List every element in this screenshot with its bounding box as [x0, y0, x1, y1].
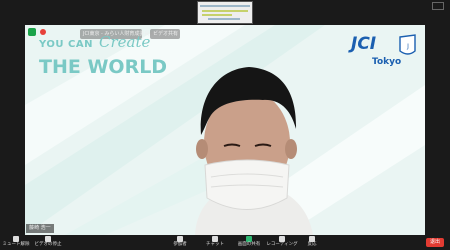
- reactions-button[interactable]: 反応: [296, 235, 328, 250]
- chat-button[interactable]: チャット: [199, 235, 231, 250]
- svg-text:J: J: [406, 43, 409, 50]
- video-feed: J JCI東京 - みらい人財育成委員会 ビデオ共有 YOU CAN Creat…: [25, 25, 425, 235]
- video-button[interactable]: ビデオの停止: [32, 235, 64, 250]
- thumbnail-preview[interactable]: [197, 1, 253, 24]
- slogan-line2: THE WORLD: [39, 56, 168, 78]
- recording-icon: [40, 29, 46, 35]
- slogan-script: Create: [99, 33, 151, 51]
- meeting-toolbar: ミュート解除 ビデオの停止 参加者 チャット 画面の共有 レコーディング 反応 …: [0, 235, 450, 250]
- participant-nameplate: 藤崎 浩一: [26, 224, 54, 233]
- brand-subtitle: Tokyo: [372, 57, 402, 67]
- end-meeting-button[interactable]: 退出: [426, 238, 444, 247]
- security-icon[interactable]: [28, 28, 36, 36]
- top-bar: [0, 0, 450, 25]
- slogan-line1: YOU CAN: [39, 39, 93, 50]
- window-icon[interactable]: [432, 2, 444, 10]
- mute-button[interactable]: ミュート解除: [0, 235, 32, 250]
- participants-button[interactable]: 参加者: [164, 235, 196, 250]
- video-share-badge: ビデオ共有: [150, 29, 180, 39]
- record-button[interactable]: レコーディング: [266, 235, 298, 250]
- share-screen-button[interactable]: 画面の共有: [233, 235, 265, 250]
- brand-logo: JCI: [351, 34, 377, 54]
